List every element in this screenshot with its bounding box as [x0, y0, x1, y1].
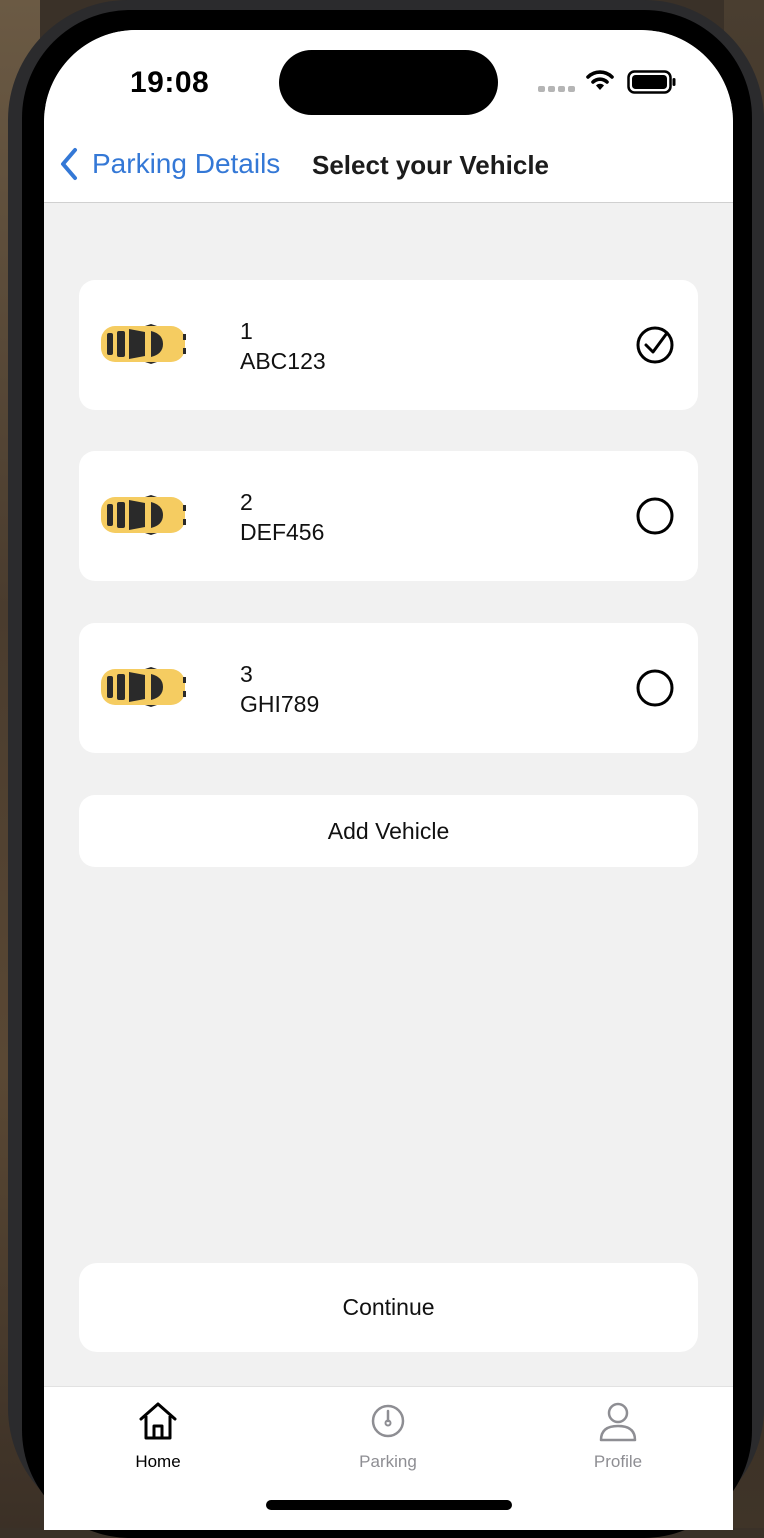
vehicle-card[interactable]: 2 DEF456 — [79, 451, 698, 581]
dynamic-island — [279, 50, 498, 115]
tab-parking-label: Parking — [359, 1452, 417, 1471]
vehicle-card[interactable]: 1 ABC123 — [79, 280, 698, 410]
home-indicator — [266, 1500, 512, 1510]
back-button[interactable]: Parking Details — [58, 146, 280, 182]
home-icon — [139, 1402, 177, 1440]
tab-profile-label: Profile — [593, 1452, 643, 1471]
phone-screen: 19:08 Parking Details Select your Vehicl… — [44, 30, 733, 1530]
checkmark-circle-icon[interactable] — [635, 325, 675, 365]
vehicle-info: 2 DEF456 — [240, 487, 324, 547]
vehicle-number: 2 — [240, 489, 253, 515]
vehicle-plate: ABC123 — [240, 348, 326, 374]
continue-button[interactable]: Continue — [79, 1263, 698, 1352]
wifi-icon — [586, 70, 614, 90]
tab-profile[interactable]: Profile — [538, 1399, 698, 1472]
person-icon — [599, 1402, 637, 1442]
vehicle-card[interactable]: 3 GHI789 — [79, 623, 698, 753]
speedometer-icon — [371, 1404, 405, 1438]
radio-circle-icon[interactable] — [635, 496, 675, 536]
vehicle-info: 3 GHI789 — [240, 659, 319, 719]
tab-parking[interactable]: Parking — [308, 1399, 468, 1472]
vehicle-plate: GHI789 — [240, 691, 320, 717]
chevron-left-icon — [61, 148, 77, 180]
car-icon — [101, 495, 186, 535]
status-time: 19:08 — [130, 66, 210, 99]
car-icon — [101, 667, 186, 707]
navigation-bar: Parking Details Select your Vehicle — [44, 130, 733, 203]
cellular-signal-icon — [538, 86, 575, 92]
car-icon — [101, 324, 186, 364]
vehicle-info: 1 ABC123 — [240, 316, 326, 376]
tab-home-label: Home — [135, 1452, 181, 1471]
status-bar: 19:08 — [44, 30, 733, 130]
vehicle-plate: DEF456 — [240, 519, 325, 545]
tab-home[interactable]: Home — [78, 1399, 238, 1472]
vehicle-number: 3 — [240, 661, 253, 687]
vehicle-number: 1 — [240, 318, 253, 344]
battery-icon — [627, 70, 676, 94]
radio-circle-icon[interactable] — [635, 668, 675, 708]
add-vehicle-button[interactable]: Add Vehicle — [79, 795, 698, 867]
back-button-label: Parking Details — [92, 148, 281, 179]
page-title: Select your Vehicle — [312, 150, 550, 180]
